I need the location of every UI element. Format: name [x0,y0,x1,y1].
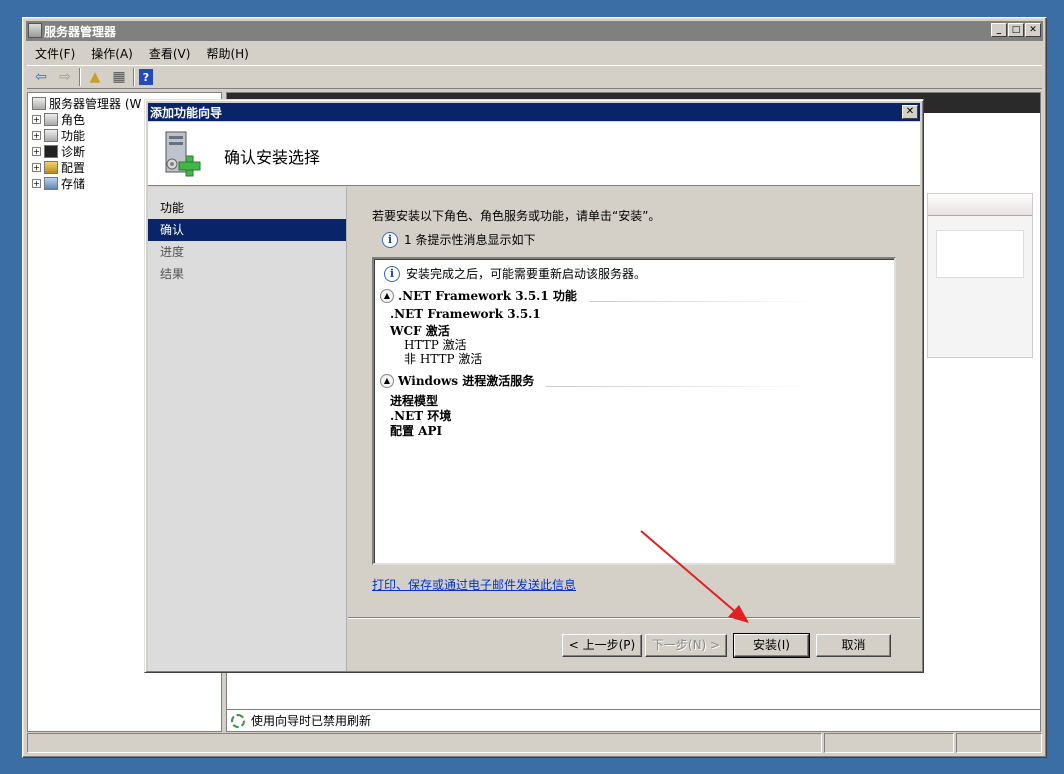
section-was: ▲ Windows 进程激活服务 [380,372,820,389]
expand-icon[interactable]: + [32,178,41,188]
features-icon [44,128,58,142]
tree-item-features[interactable]: + 功能 [32,127,85,143]
show-hide-tree-icon[interactable]: ▦ [109,68,129,86]
refresh-status-text: 使用向导时已禁用刷新 [251,714,372,728]
expand-icon[interactable]: + [32,130,41,140]
wizard-close-button[interactable]: ✕ [902,105,918,119]
panel-body [936,230,1024,278]
add-features-wizard: 添加功能向导 ✕ 确认安装选择 功能 确认 进度 结果 若要安装以下角色、角色服… [144,99,924,673]
refresh-status: 使用向导时已禁用刷新 [227,709,1040,731]
menu-view[interactable]: 查看(V) [141,45,199,62]
status-cell [27,733,822,753]
info-message-line: i 1 条提示性消息显示如下 [382,231,535,248]
section-title: .NET Framework 3.5.1 功能 [398,289,577,303]
restart-note-text: 安装完成之后，可能需要重新启动该服务器。 [406,267,647,281]
window-controls: _ □ ✕ [990,23,1041,37]
server-manager-icon [28,23,42,38]
toolbar-separator [79,68,81,86]
help-icon[interactable]: ? [139,69,153,85]
collapse-icon[interactable]: ▲ [380,288,394,303]
tree-item-label: 功能 [61,128,86,143]
menu-action[interactable]: 操作(A) [83,45,141,62]
cancel-button[interactable]: 取消 [816,634,891,657]
tree-item-label: 配置 [61,160,86,175]
minimize-button[interactable]: _ [991,23,1007,37]
panel-header [928,194,1032,216]
install-instruction: 若要安装以下角色、角色服务或功能，请单击“安装”。 [372,209,661,223]
tree-item-configuration[interactable]: + 配置 [32,159,85,175]
install-button[interactable]: 安装(I) [733,633,810,658]
toolbar-separator [133,68,135,86]
tree-item-label: 存储 [61,176,86,191]
wizard-page-title: 确认安装选择 [224,148,321,167]
next-button: 下一步(N) > [645,634,727,657]
tree-item-label: 角色 [61,112,86,127]
tree-item-label: 诊断 [61,144,86,159]
step-confirm[interactable]: 确认 [148,219,346,241]
expand-icon[interactable]: + [32,162,41,172]
summary-item: 配置 API [390,424,443,438]
main-window-title: 服务器管理器 [44,24,117,39]
main-titlebar[interactable]: 服务器管理器 _ □ ✕ [26,21,1043,41]
add-feature-server-icon [165,131,201,177]
summary-item: .NET Framework 3.5.1 [390,307,541,321]
tree-item-roles[interactable]: + 角色 [32,111,85,127]
tree-item-diagnostics[interactable]: + 诊断 [32,143,85,159]
wizard-title: 添加功能向导 [150,105,223,120]
section-title: Windows 进程激活服务 [398,374,535,388]
refresh-disabled-icon [231,713,245,728]
status-bar [27,733,1042,753]
info-icon: i [382,231,398,248]
previous-button[interactable]: < 上一步(P) [562,634,642,657]
roles-icon [44,112,58,126]
status-cell [824,733,954,753]
forward-arrow-icon[interactable]: ⇨ [55,68,75,86]
menu-file[interactable]: 文件(F) [27,45,83,62]
restart-note: i 安装完成之后，可能需要重新启动该服务器。 [384,265,646,282]
content-summary-panel [927,193,1033,358]
expand-icon[interactable]: + [32,146,41,156]
step-features[interactable]: 功能 [148,197,346,219]
wizard-titlebar[interactable]: 添加功能向导 ✕ [148,103,920,121]
summary-item: 非 HTTP 激活 [404,352,483,366]
storage-icon [44,176,58,190]
step-results: 结果 [160,267,185,281]
section-net-framework: ▲ .NET Framework 3.5.1 功能 [380,287,820,304]
menu-help[interactable]: 帮助(H) [198,45,256,62]
expand-icon[interactable]: + [32,114,41,124]
wizard-header: 确认安装选择 [148,122,920,186]
toolbar: ⇦ ⇨ ▲ ▦ ? [27,65,1042,89]
info-message-text: 1 条提示性消息显示如下 [404,233,536,247]
tree-item-storage[interactable]: + 存储 [32,175,85,191]
diagnostics-icon [44,144,58,158]
installation-summary[interactable]: i 安装完成之后，可能需要重新启动该服务器。 ▲ .NET Framework … [372,257,896,565]
server-icon [32,96,46,110]
configuration-icon [44,160,58,174]
print-save-email-link[interactable]: 打印、保存或通过电子邮件发送此信息 [372,576,576,593]
collapse-icon[interactable]: ▲ [380,373,394,388]
menu-bar: 文件(F) 操作(A) 查看(V) 帮助(H) [27,43,1042,63]
info-icon: i [384,265,400,282]
close-button[interactable]: ✕ [1025,23,1041,37]
tree-root-label: 服务器管理器 (W [49,96,142,111]
status-cell [956,733,1042,753]
tree-root[interactable]: 服务器管理器 (W [32,95,141,111]
back-arrow-icon[interactable]: ⇦ [31,68,51,86]
wizard-button-bar: < 上一步(P) 下一步(N) > 安装(I) 取消 [348,617,920,671]
up-folder-icon[interactable]: ▲ [85,68,105,86]
wizard-content: 若要安装以下角色、角色服务或功能，请单击“安装”。 i 1 条提示性消息显示如下… [348,187,920,615]
maximize-button[interactable]: □ [1008,23,1024,37]
wizard-steps-nav: 功能 确认 进度 结果 [148,187,347,671]
step-progress: 进度 [160,245,185,259]
